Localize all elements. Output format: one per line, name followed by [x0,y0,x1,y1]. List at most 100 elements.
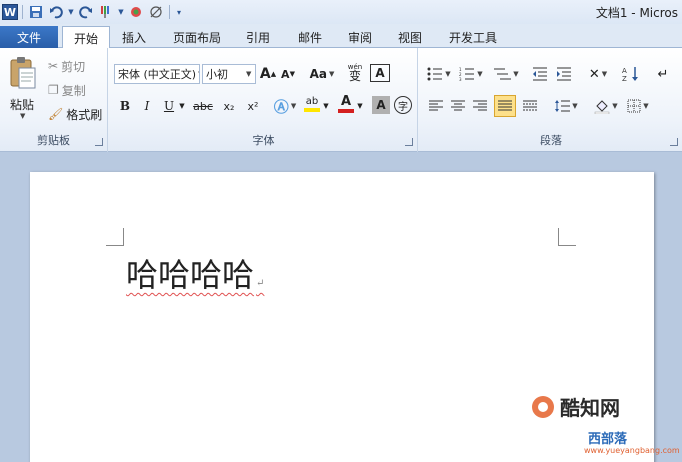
char-border-icon: A [375,66,385,80]
font-color-button[interactable]: A [336,94,356,114]
shading-button[interactable]: ▼ [592,96,620,116]
document-body-text[interactable]: 哈哈哈哈 ↵ [126,250,264,296]
distributed-button[interactable] [520,96,540,116]
underline-dropdown-icon[interactable]: ▼ [178,96,186,116]
increase-indent-button[interactable] [554,64,574,84]
paint-bucket-icon [595,100,610,114]
paste-dropdown-icon[interactable]: ▼ [20,112,25,120]
bullets-icon [427,67,443,81]
underline-button[interactable]: U [160,96,178,116]
tab-view[interactable]: 视图 [390,26,430,48]
grow-font-button[interactable]: A ▲ [260,64,276,84]
strikethrough-button[interactable]: abc [190,96,216,116]
shrink-font-button[interactable]: A ▼ [280,64,296,84]
redo-icon[interactable] [77,3,95,21]
align-center-icon [451,100,465,111]
ribbon: 粘贴 ▼ ✂ 剪切 ❐ 复制 🖌 格式刷 剪贴板 宋体 (中文正文)▼ 小初▼ … [0,48,682,152]
line-spacing-button[interactable]: ▼ [552,96,580,116]
watermark-url: www.yueyangbang.com [584,446,680,455]
borders-icon [627,99,641,113]
tab-insert[interactable]: 插入 [114,26,154,48]
font-name-value: 宋体 (中文正文) [118,68,197,81]
borders-button[interactable]: ▼ [624,96,652,116]
decrease-indent-button[interactable] [530,64,550,84]
sort-button[interactable]: AZ [620,64,642,84]
paste-label: 粘贴 [10,98,35,112]
tab-review[interactable]: 审阅 [340,26,380,48]
format-painter-button[interactable]: 🖌 格式刷 [48,104,106,124]
bold-button[interactable]: B [116,96,134,116]
format-painter-icon[interactable] [97,3,115,21]
clear-format-button[interactable]: wén 变 [344,62,366,82]
cut-button[interactable]: ✂ 剪切 [48,56,104,76]
asian-layout-button[interactable]: ✕ ▼ [584,64,612,84]
copy-button[interactable]: ❐ 复制 [48,80,104,100]
font-group-label: 字体 [252,134,275,147]
tab-references[interactable]: 引用 [238,26,278,48]
color-icon[interactable] [127,3,145,21]
clipboard-launcher-icon[interactable] [95,138,103,146]
font-group: 宋体 (中文正文)▼ 小初▼ A▲ A▼ Aa▼ wén变 A B I U ▼ … [110,48,418,152]
watermark-logo: 酷知网 [530,392,620,421]
highlight-dropdown-icon[interactable]: ▼ [322,96,330,116]
change-case-button[interactable]: Aa ▼ [308,64,336,84]
char-shading-button[interactable]: A [372,96,390,114]
svg-text:Z: Z [622,75,627,82]
enclose-char-button[interactable]: 字 [394,96,412,114]
justify-icon [498,100,512,111]
no-color-icon[interactable] [147,3,165,21]
title-bar: W ▼ ▼ ▾ 文档1 - Micros [0,0,682,24]
tab-page-layout[interactable]: 页面布局 [166,26,228,48]
font-size-dropdown-icon: ▼ [246,70,252,78]
tab-file[interactable]: 文件 [0,26,58,48]
italic-button[interactable]: I [138,96,156,116]
paragraph-mark-icon: ↵ [256,278,265,289]
font-name-select[interactable]: 宋体 (中文正文)▼ [114,64,200,84]
font-color-icon: A [340,94,352,109]
line-spacing-icon [555,100,571,112]
decrease-indent-icon [533,67,547,81]
align-center-button[interactable] [448,96,468,116]
font-launcher-icon[interactable] [405,138,413,146]
tab-mailings[interactable]: 邮件 [290,26,330,48]
svg-text:3: 3 [459,77,462,81]
paragraph-group: ▼ 1 2 3 ▼ ▼ ✕ ▼ AZ ↵ ▼ ▼ ▼ 段落 [420,48,682,152]
char-border-button[interactable]: A [370,64,390,82]
undo-dropdown-icon[interactable]: ▼ [67,3,75,21]
tab-home[interactable]: 开始 [62,26,110,49]
format-painter-label: 格式刷 [66,107,103,122]
change-case-icon: Aa [309,67,327,81]
multilevel-list-button[interactable]: ▼ [492,64,520,84]
dropdown-icon[interactable]: ▼ [117,3,125,21]
clipboard-group: 粘贴 ▼ ✂ 剪切 ❐ 复制 🖌 格式刷 剪贴板 [0,48,108,152]
superscript-button[interactable]: x² [242,96,264,116]
shrink-font-icon: A [281,67,290,81]
subscript-button[interactable]: x₂ [218,96,240,116]
font-size-select[interactable]: 小初 ▼ [202,64,256,84]
watermark-logo-text: 酷知网 [560,396,620,420]
text-effects-button[interactable]: Ⓐ ▼ [274,96,296,116]
customize-qat-icon[interactable]: ▾ [174,3,184,21]
paste-icon [10,57,36,89]
numbering-button[interactable]: 1 2 3 ▼ [458,64,484,84]
tab-developer[interactable]: 开发工具 [440,26,506,48]
align-left-icon [429,100,443,111]
bullets-button[interactable]: ▼ [426,64,452,84]
qat-separator [169,5,170,19]
numbering-icon: 123 [459,67,475,81]
word-app-icon[interactable]: W [2,4,18,20]
align-right-button[interactable] [470,96,490,116]
show-marks-button[interactable]: ↵ [652,64,674,84]
font-name-dropdown-icon: ▼ [198,70,199,78]
highlight-button[interactable]: ab [302,94,322,114]
justify-button[interactable] [494,95,516,117]
paragraph-launcher-icon[interactable] [670,138,678,146]
asian-layout-icon: ✕ [588,66,600,82]
undo-icon[interactable] [47,3,65,21]
align-left-button[interactable] [426,96,446,116]
paste-button[interactable]: 粘贴 ▼ [6,54,42,120]
save-icon[interactable] [27,3,45,21]
font-size-value: 小初 [206,68,228,81]
align-right-icon [473,100,487,111]
font-color-dropdown-icon[interactable]: ▼ [356,96,364,116]
